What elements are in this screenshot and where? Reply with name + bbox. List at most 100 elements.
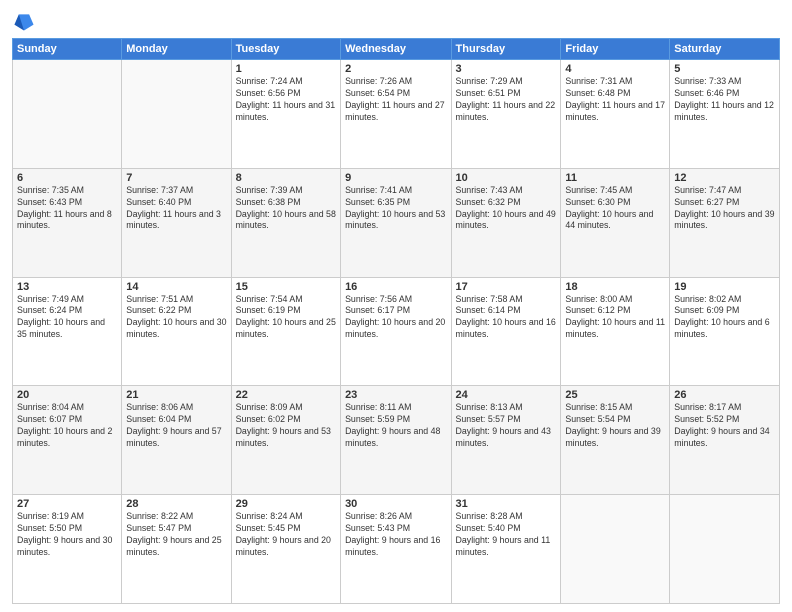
day-number: 1 [236, 63, 336, 75]
day-number: 17 [456, 281, 557, 293]
calendar-cell: 17Sunrise: 7:58 AM Sunset: 6:14 PM Dayli… [451, 277, 561, 386]
day-info: Sunrise: 7:35 AM Sunset: 6:43 PM Dayligh… [17, 185, 117, 233]
calendar-cell [561, 495, 670, 604]
week-row-4: 27Sunrise: 8:19 AM Sunset: 5:50 PM Dayli… [13, 495, 780, 604]
calendar-cell: 22Sunrise: 8:09 AM Sunset: 6:02 PM Dayli… [231, 386, 340, 495]
day-number: 13 [17, 281, 117, 293]
weekday-header-tuesday: Tuesday [231, 39, 340, 60]
day-number: 24 [456, 389, 557, 401]
day-info: Sunrise: 7:51 AM Sunset: 6:22 PM Dayligh… [126, 294, 226, 342]
week-row-0: 1Sunrise: 7:24 AM Sunset: 6:56 PM Daylig… [13, 60, 780, 169]
calendar-cell: 21Sunrise: 8:06 AM Sunset: 6:04 PM Dayli… [122, 386, 231, 495]
calendar-cell: 19Sunrise: 8:02 AM Sunset: 6:09 PM Dayli… [670, 277, 780, 386]
calendar-cell: 16Sunrise: 7:56 AM Sunset: 6:17 PM Dayli… [341, 277, 451, 386]
day-info: Sunrise: 8:26 AM Sunset: 5:43 PM Dayligh… [345, 511, 446, 559]
day-info: Sunrise: 7:58 AM Sunset: 6:14 PM Dayligh… [456, 294, 557, 342]
calendar-cell: 15Sunrise: 7:54 AM Sunset: 6:19 PM Dayli… [231, 277, 340, 386]
day-number: 5 [674, 63, 775, 75]
weekday-header-wednesday: Wednesday [341, 39, 451, 60]
calendar-cell: 4Sunrise: 7:31 AM Sunset: 6:48 PM Daylig… [561, 60, 670, 169]
calendar-cell: 26Sunrise: 8:17 AM Sunset: 5:52 PM Dayli… [670, 386, 780, 495]
day-number: 29 [236, 498, 336, 510]
day-info: Sunrise: 8:11 AM Sunset: 5:59 PM Dayligh… [345, 402, 446, 450]
weekday-header-monday: Monday [122, 39, 231, 60]
day-info: Sunrise: 8:06 AM Sunset: 6:04 PM Dayligh… [126, 402, 226, 450]
calendar-cell: 28Sunrise: 8:22 AM Sunset: 5:47 PM Dayli… [122, 495, 231, 604]
day-info: Sunrise: 7:56 AM Sunset: 6:17 PM Dayligh… [345, 294, 446, 342]
day-info: Sunrise: 7:49 AM Sunset: 6:24 PM Dayligh… [17, 294, 117, 342]
day-number: 10 [456, 172, 557, 184]
calendar-cell: 8Sunrise: 7:39 AM Sunset: 6:38 PM Daylig… [231, 168, 340, 277]
day-number: 12 [674, 172, 775, 184]
calendar-cell: 1Sunrise: 7:24 AM Sunset: 6:56 PM Daylig… [231, 60, 340, 169]
day-number: 2 [345, 63, 446, 75]
calendar-cell: 31Sunrise: 8:28 AM Sunset: 5:40 PM Dayli… [451, 495, 561, 604]
day-info: Sunrise: 8:02 AM Sunset: 6:09 PM Dayligh… [674, 294, 775, 342]
calendar-cell: 14Sunrise: 7:51 AM Sunset: 6:22 PM Dayli… [122, 277, 231, 386]
calendar-cell [13, 60, 122, 169]
calendar-cell: 25Sunrise: 8:15 AM Sunset: 5:54 PM Dayli… [561, 386, 670, 495]
day-number: 11 [565, 172, 665, 184]
weekday-header-thursday: Thursday [451, 39, 561, 60]
calendar-cell: 29Sunrise: 8:24 AM Sunset: 5:45 PM Dayli… [231, 495, 340, 604]
day-info: Sunrise: 7:31 AM Sunset: 6:48 PM Dayligh… [565, 76, 665, 124]
calendar-cell: 11Sunrise: 7:45 AM Sunset: 6:30 PM Dayli… [561, 168, 670, 277]
calendar-cell: 23Sunrise: 8:11 AM Sunset: 5:59 PM Dayli… [341, 386, 451, 495]
calendar-cell: 12Sunrise: 7:47 AM Sunset: 6:27 PM Dayli… [670, 168, 780, 277]
main-container: SundayMondayTuesdayWednesdayThursdayFrid… [0, 0, 792, 612]
day-info: Sunrise: 7:41 AM Sunset: 6:35 PM Dayligh… [345, 185, 446, 233]
calendar-cell: 10Sunrise: 7:43 AM Sunset: 6:32 PM Dayli… [451, 168, 561, 277]
day-number: 6 [17, 172, 117, 184]
logo [12, 10, 37, 32]
day-number: 3 [456, 63, 557, 75]
weekday-header-row: SundayMondayTuesdayWednesdayThursdayFrid… [13, 39, 780, 60]
day-number: 14 [126, 281, 226, 293]
calendar-cell: 3Sunrise: 7:29 AM Sunset: 6:51 PM Daylig… [451, 60, 561, 169]
week-row-2: 13Sunrise: 7:49 AM Sunset: 6:24 PM Dayli… [13, 277, 780, 386]
day-number: 8 [236, 172, 336, 184]
calendar-cell: 24Sunrise: 8:13 AM Sunset: 5:57 PM Dayli… [451, 386, 561, 495]
calendar-table: SundayMondayTuesdayWednesdayThursdayFrid… [12, 38, 780, 604]
day-info: Sunrise: 7:33 AM Sunset: 6:46 PM Dayligh… [674, 76, 775, 124]
calendar-cell: 30Sunrise: 8:26 AM Sunset: 5:43 PM Dayli… [341, 495, 451, 604]
day-number: 23 [345, 389, 446, 401]
day-number: 18 [565, 281, 665, 293]
day-number: 15 [236, 281, 336, 293]
weekday-header-friday: Friday [561, 39, 670, 60]
day-info: Sunrise: 8:28 AM Sunset: 5:40 PM Dayligh… [456, 511, 557, 559]
calendar-cell: 2Sunrise: 7:26 AM Sunset: 6:54 PM Daylig… [341, 60, 451, 169]
day-info: Sunrise: 7:26 AM Sunset: 6:54 PM Dayligh… [345, 76, 446, 124]
day-info: Sunrise: 7:47 AM Sunset: 6:27 PM Dayligh… [674, 185, 775, 233]
day-info: Sunrise: 8:15 AM Sunset: 5:54 PM Dayligh… [565, 402, 665, 450]
day-info: Sunrise: 8:09 AM Sunset: 6:02 PM Dayligh… [236, 402, 336, 450]
day-info: Sunrise: 8:04 AM Sunset: 6:07 PM Dayligh… [17, 402, 117, 450]
day-number: 19 [674, 281, 775, 293]
day-info: Sunrise: 8:24 AM Sunset: 5:45 PM Dayligh… [236, 511, 336, 559]
calendar-cell: 20Sunrise: 8:04 AM Sunset: 6:07 PM Dayli… [13, 386, 122, 495]
week-row-3: 20Sunrise: 8:04 AM Sunset: 6:07 PM Dayli… [13, 386, 780, 495]
calendar-cell: 5Sunrise: 7:33 AM Sunset: 6:46 PM Daylig… [670, 60, 780, 169]
day-info: Sunrise: 7:24 AM Sunset: 6:56 PM Dayligh… [236, 76, 336, 124]
day-number: 4 [565, 63, 665, 75]
calendar-cell [122, 60, 231, 169]
day-number: 26 [674, 389, 775, 401]
day-info: Sunrise: 7:37 AM Sunset: 6:40 PM Dayligh… [126, 185, 226, 233]
day-number: 21 [126, 389, 226, 401]
day-number: 22 [236, 389, 336, 401]
day-number: 28 [126, 498, 226, 510]
day-number: 30 [345, 498, 446, 510]
day-info: Sunrise: 7:45 AM Sunset: 6:30 PM Dayligh… [565, 185, 665, 233]
day-info: Sunrise: 7:39 AM Sunset: 6:38 PM Dayligh… [236, 185, 336, 233]
day-number: 20 [17, 389, 117, 401]
day-number: 25 [565, 389, 665, 401]
day-number: 16 [345, 281, 446, 293]
calendar-cell [670, 495, 780, 604]
calendar-cell: 13Sunrise: 7:49 AM Sunset: 6:24 PM Dayli… [13, 277, 122, 386]
logo-icon [13, 10, 35, 32]
calendar-cell: 27Sunrise: 8:19 AM Sunset: 5:50 PM Dayli… [13, 495, 122, 604]
calendar-cell: 9Sunrise: 7:41 AM Sunset: 6:35 PM Daylig… [341, 168, 451, 277]
day-info: Sunrise: 8:17 AM Sunset: 5:52 PM Dayligh… [674, 402, 775, 450]
calendar-cell: 6Sunrise: 7:35 AM Sunset: 6:43 PM Daylig… [13, 168, 122, 277]
day-number: 7 [126, 172, 226, 184]
day-info: Sunrise: 7:43 AM Sunset: 6:32 PM Dayligh… [456, 185, 557, 233]
